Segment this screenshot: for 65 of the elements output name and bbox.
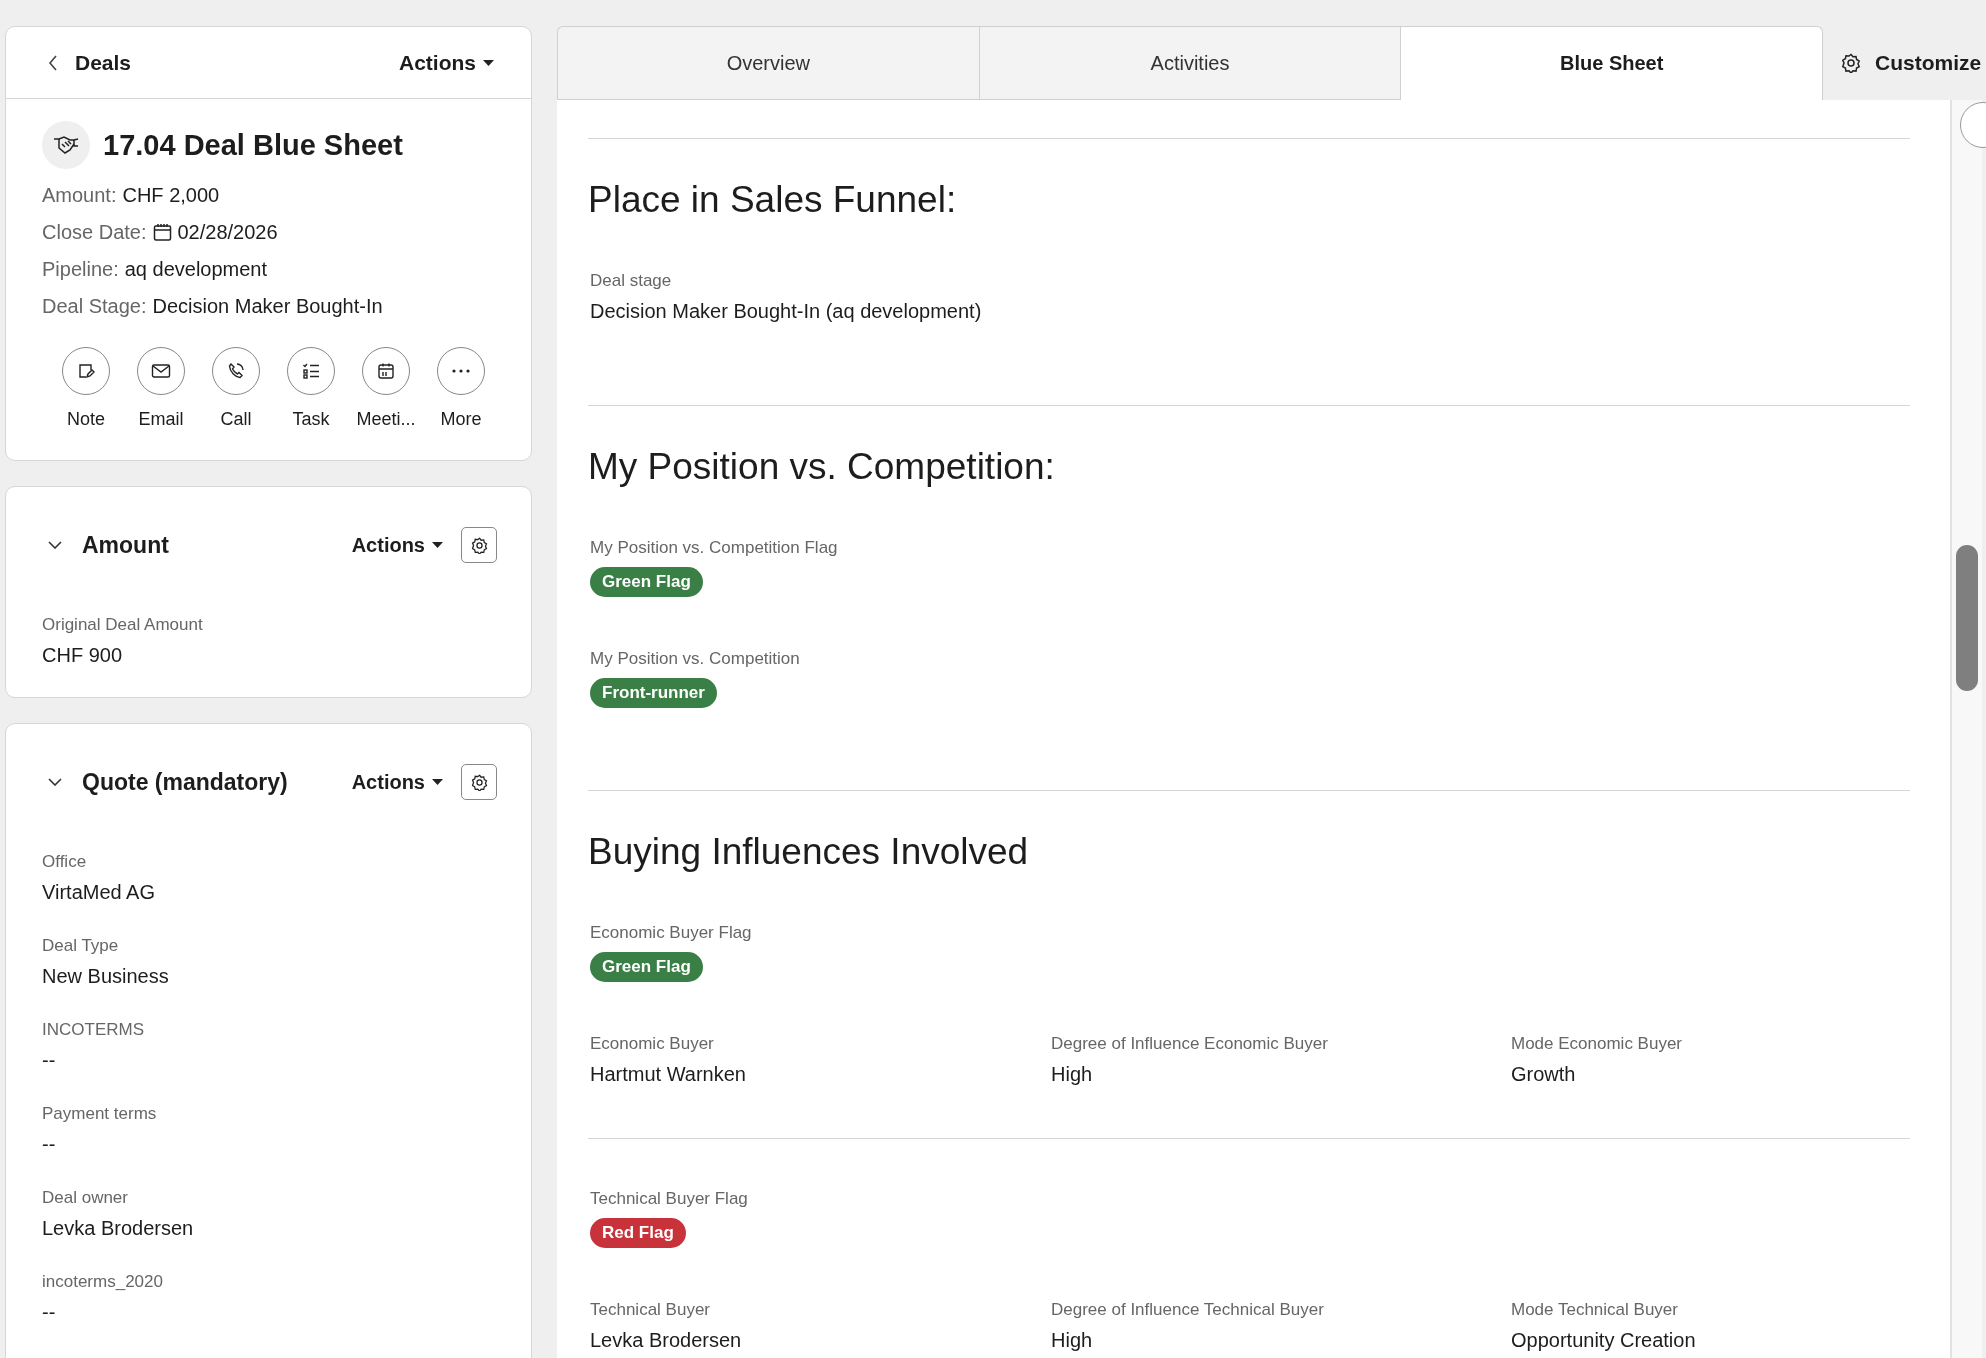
field-label: Technical Buyer	[590, 1300, 710, 1320]
card-title: Amount	[82, 531, 170, 559]
field-label: Mode Economic Buyer	[1511, 1034, 1683, 1054]
quick-action-label: Call	[220, 409, 252, 430]
customize-button[interactable]: Customize	[1823, 26, 1982, 100]
field-value: Hartmut Warnken	[590, 1063, 746, 1086]
field-label: Deal stage	[590, 271, 672, 291]
field-label: Pipeline:	[42, 258, 119, 281]
tab[interactable]: Overview	[557, 26, 979, 100]
field-label: Degree of Influence Economic Buyer	[1051, 1034, 1328, 1054]
field-label: Close Date:	[42, 221, 147, 244]
field-label: Deal Type	[42, 936, 120, 956]
field-value: 02/28/2026	[177, 221, 278, 244]
field-label: INCOTERMS	[42, 1020, 145, 1040]
tab[interactable]: Blue Sheet	[1400, 26, 1823, 100]
field-value: --	[42, 1133, 57, 1156]
field-value: Decision Maker Bought-In (aq development)	[590, 300, 982, 323]
field-value: Decision Maker Bought-In	[152, 295, 383, 318]
field-value: Levka Brodersen	[42, 1217, 195, 1240]
quick-action-label: More	[440, 409, 482, 430]
field-label: Deal owner	[42, 1188, 129, 1208]
field-label: Technical Buyer Flag	[590, 1189, 748, 1209]
section-heading: My Position vs. Competition:	[588, 445, 1056, 489]
actions-button[interactable]: Actions	[399, 50, 494, 75]
field-label: My Position vs. Competition	[590, 649, 800, 669]
flag-tag: Green Flag	[590, 567, 703, 597]
field-label: incoterms_2020	[42, 1272, 164, 1292]
back-link[interactable]: Deals	[48, 50, 132, 75]
quick-action-label: Note	[67, 409, 105, 430]
field-value: CHF 900	[42, 644, 124, 667]
field-label: Economic Buyer	[590, 1034, 714, 1054]
deal-title: 17.04 Deal Blue Sheet	[103, 128, 403, 162]
field-value: CHF 2,000	[122, 184, 220, 207]
quick-action-label: Email	[138, 409, 184, 430]
card-title: Quote (mandatory)	[82, 768, 289, 796]
field-value: --	[42, 1301, 57, 1324]
tab[interactable]: Activities	[978, 26, 1401, 100]
field-value: --	[42, 1049, 57, 1072]
field-label: Amount:	[42, 184, 117, 207]
field-label: Payment terms	[42, 1104, 158, 1124]
section-heading: Buying Influences Involved	[588, 830, 1030, 874]
field-label: Office	[42, 852, 88, 872]
field-label: Degree of Influence Technical Buyer	[1051, 1300, 1324, 1320]
field-label: Original Deal Amount	[42, 615, 204, 635]
quick-action-label: Task	[292, 409, 330, 430]
field-label: Mode Technical Buyer	[1511, 1300, 1678, 1320]
field-label: Deal Stage:	[42, 295, 147, 318]
field-value: High	[1051, 1063, 1093, 1086]
field-value: Growth	[1511, 1063, 1576, 1086]
actions-button[interactable]: Actions	[351, 770, 443, 794]
flag-tag: Green Flag	[590, 952, 703, 982]
section-heading: Place in Sales Funnel:	[588, 178, 958, 222]
flag-tag: Red Flag	[590, 1218, 686, 1248]
back-label: Deals	[75, 50, 132, 75]
field-value: VirtaMed AG	[42, 881, 157, 904]
field-value: New Business	[42, 965, 170, 988]
field-value: Levka Brodersen	[590, 1329, 742, 1352]
field-value: aq development	[124, 258, 268, 281]
field-label: Economic Buyer Flag	[590, 923, 752, 943]
quick-action-label: Meeti...	[356, 409, 416, 430]
field-label: My Position vs. Competition Flag	[590, 538, 838, 558]
field-value: Opportunity Creation	[1511, 1329, 1696, 1352]
actions-button[interactable]: Actions	[351, 533, 443, 557]
flag-tag: Front-runner	[590, 678, 717, 708]
field-value: High	[1051, 1329, 1093, 1352]
